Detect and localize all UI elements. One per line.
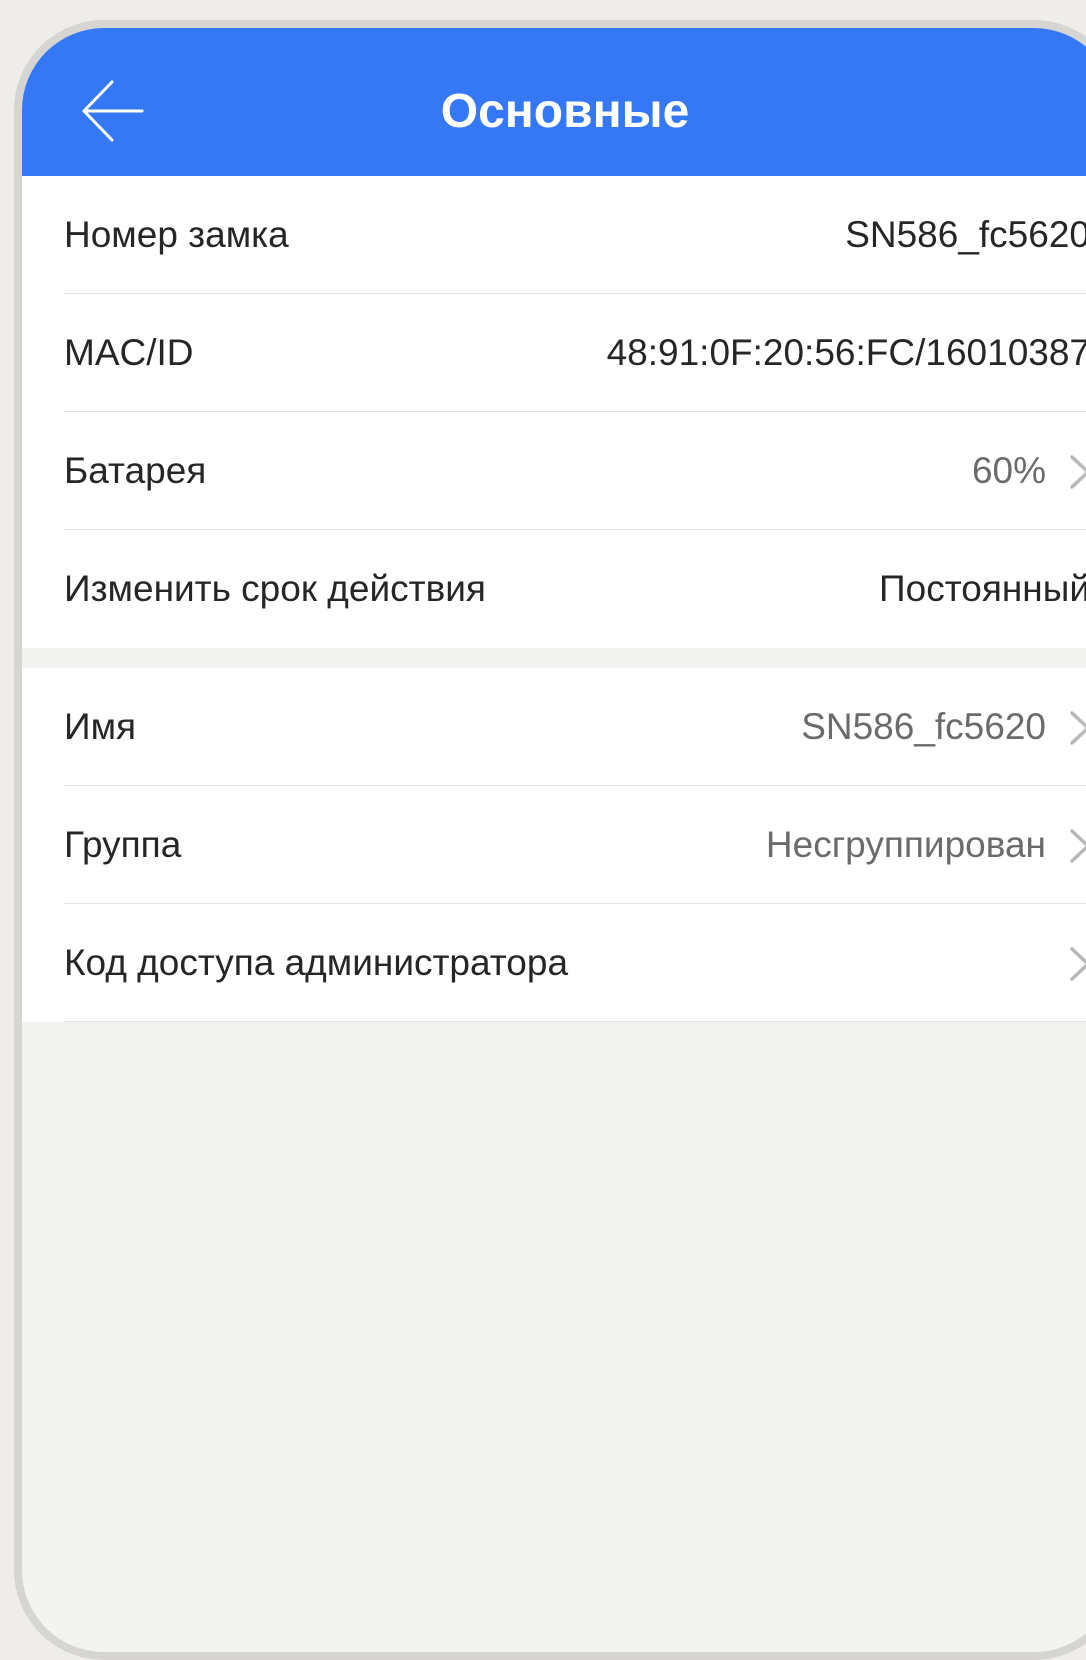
mac-id-label: MAC/ID: [64, 332, 194, 373]
group-value: Несгруппирован: [765, 824, 1046, 865]
group-label: Группа: [64, 824, 182, 865]
nav-header: Основные: [22, 28, 1086, 176]
admin-passcode-row[interactable]: Код доступа администратора: [22, 904, 1086, 1022]
chevron-right-icon: [1070, 947, 1086, 981]
lock-number-label: Номер замка: [64, 214, 289, 255]
validity-value: Постоянный: [879, 568, 1086, 609]
name-row[interactable]: Имя SN586_fc5620: [22, 668, 1086, 786]
phone-screen: Основные Номер замка SN586_fc5620 MAC/ID…: [14, 20, 1086, 1660]
chevron-right-icon: [1070, 455, 1086, 489]
lock-number-row: Номер замка SN586_fc5620: [22, 176, 1086, 294]
admin-passcode-label: Код доступа администратора: [64, 942, 569, 983]
settings-section: Имя SN586_fc5620 Группа Несгруппирован К…: [22, 668, 1086, 1022]
name-label: Имя: [64, 706, 137, 747]
page-title: Основные: [440, 85, 690, 138]
group-row[interactable]: Группа Несгруппирован: [22, 786, 1086, 904]
chevron-right-icon: [1070, 711, 1086, 745]
lock-number-value: SN586_fc5620: [845, 214, 1086, 255]
validity-row: Изменить срок действия Постоянный: [22, 530, 1086, 648]
mac-id-value: 48:91:0F:20:56:FC/16010387: [606, 332, 1086, 373]
battery-row[interactable]: Батарея 60%: [22, 412, 1086, 530]
validity-label: Изменить срок действия: [64, 568, 486, 609]
battery-label: Батарея: [64, 450, 207, 491]
chevron-right-icon: [1070, 829, 1086, 863]
battery-value: 60%: [971, 450, 1046, 491]
info-section: Номер замка SN586_fc5620 MAC/ID 48:91:0F…: [22, 176, 1086, 648]
name-value: SN586_fc5620: [801, 706, 1046, 747]
mac-id-row: MAC/ID 48:91:0F:20:56:FC/16010387: [22, 294, 1086, 412]
